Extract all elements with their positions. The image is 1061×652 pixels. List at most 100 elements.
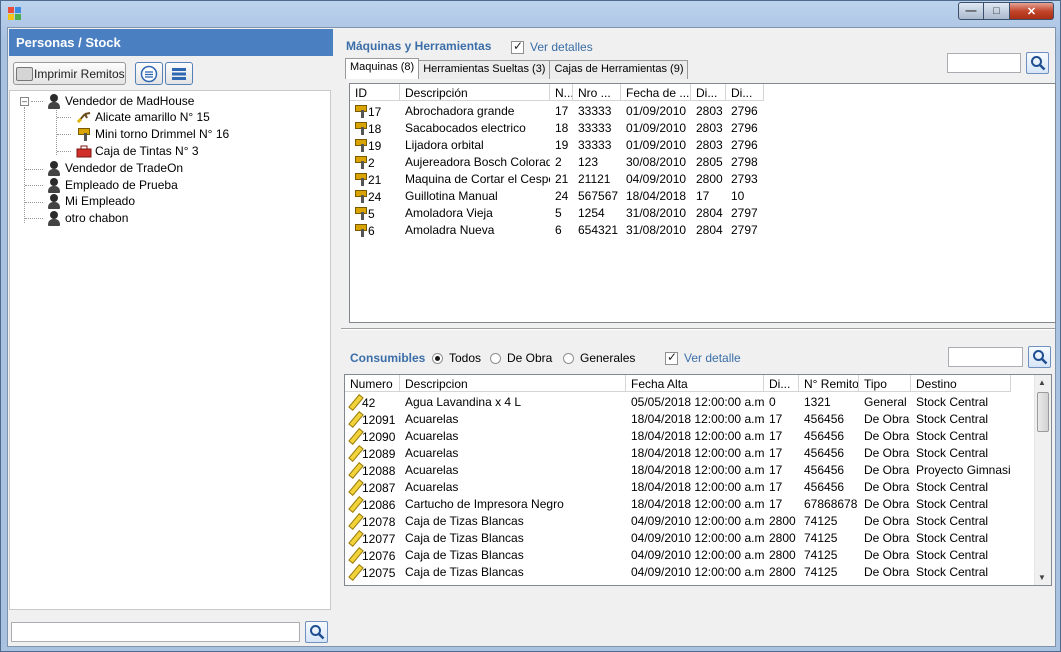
table-row[interactable]: 5 Amoladora Vieja 5 1254 31/08/2010 2804 2797: [350, 205, 764, 222]
table-row[interactable]: 12090 Acuarelas 18/04/2018 12:00:00 a.m. 17…: [345, 428, 1011, 445]
ver-detalles-checkbox[interactable]: Ver detalles: [511, 39, 593, 54]
tree-expander[interactable]: –: [20, 97, 29, 106]
table-row[interactable]: 18 Sacabocados electrico 18 33333 01/09/2010…: [350, 120, 764, 137]
cell-text: 12077: [362, 532, 396, 546]
column-header[interactable]: Numero: [345, 375, 400, 392]
ver-detalle-checkbox[interactable]: Ver detalle: [665, 350, 741, 365]
radio-circle[interactable]: [490, 352, 501, 364]
table-cell: 2: [350, 154, 400, 171]
checkbox-box[interactable]: [511, 39, 524, 54]
cell-text: 10: [731, 189, 745, 203]
consumables-search-button[interactable]: [1028, 346, 1051, 368]
cell-text: 18/04/2018 12:00:00 a.m.: [631, 463, 764, 477]
table-row[interactable]: 21 Maquina de Cortar el Cesped 21 21121 04/0…: [350, 171, 764, 188]
cell-text: 18/04/2018 12:00:00 a.m.: [631, 429, 764, 443]
column-header[interactable]: Di...: [726, 84, 764, 101]
ver-detalles-label: Ver detalles: [530, 40, 593, 54]
minimize-button[interactable]: —: [958, 2, 984, 20]
table-row[interactable]: 12088 Acuarelas 18/04/2018 12:00:00 a.m. 17…: [345, 462, 1011, 479]
filter-de-obra-radio[interactable]: De Obra: [490, 351, 552, 365]
radio-circle[interactable]: [563, 352, 574, 364]
close-button[interactable]: ✕: [1010, 2, 1054, 20]
cell-text: De Obra: [864, 565, 910, 579]
panel-splitter[interactable]: [341, 328, 1055, 330]
print-remitos-button[interactable]: Imprimir Remitos: [13, 62, 126, 85]
table-row[interactable]: 12078 Caja de Tizas Blancas 04/09/2010 12:…: [345, 513, 1011, 530]
tree-node-alicate[interactable]: Alicate amarillo N° 15: [76, 109, 210, 125]
tree-node-otro-chabon[interactable]: otro chabon: [46, 210, 128, 226]
table-row[interactable]: 42 Agua Lavandina x 4 L 05/05/2018 12:00:0…: [345, 394, 1011, 411]
pencil-icon: [348, 497, 362, 511]
column-header[interactable]: Nro ...: [573, 84, 621, 101]
table-row[interactable]: 24 Guillotina Manual 24 567567 18/04/2018 17 1…: [350, 188, 764, 205]
radio-circle[interactable]: [432, 352, 443, 364]
table-cell: De Obra: [859, 496, 911, 513]
column-header[interactable]: Tipo: [859, 375, 911, 392]
tree-node-caja-tintas[interactable]: Caja de Tintas N° 3: [76, 143, 199, 159]
column-header[interactable]: Fecha Alta: [626, 375, 764, 392]
column-header[interactable]: Descripcion: [400, 375, 626, 392]
table-row[interactable]: 12076 Caja de Tizas Blancas 04/09/2010 12:…: [345, 547, 1011, 564]
consumables-search-input[interactable]: [948, 347, 1023, 367]
persons-tree[interactable]: – Vendedor de MadHouse Alicate amarillo …: [9, 90, 331, 610]
filter-todos-radio[interactable]: Todos: [432, 351, 481, 365]
list-view-button[interactable]: [135, 62, 163, 85]
table-cell: 04/09/2010 12:00:00 a.m.: [626, 530, 764, 547]
consumables-scrollbar[interactable]: ▲ ▼: [1034, 375, 1051, 585]
cell-text: Maquina de Cortar el Cesped: [405, 172, 550, 186]
machines-search-button[interactable]: [1026, 52, 1049, 74]
pencil-icon: [348, 446, 362, 460]
tree-node-mini-torno[interactable]: Mini torno Drimmel N° 16: [76, 126, 229, 142]
table-row[interactable]: 12077 Caja de Tizas Blancas 04/09/2010 12:…: [345, 530, 1011, 547]
persons-search-button[interactable]: [305, 621, 328, 643]
machines-grid[interactable]: ID Descripción N... Nro ... Fecha de ...…: [349, 83, 1056, 323]
tab-cajas-herramientas[interactable]: Cajas de Herramientas (9): [549, 60, 689, 79]
table-row[interactable]: 12089 Acuarelas 18/04/2018 12:00:00 a.m. 17…: [345, 445, 1011, 462]
column-header[interactable]: ID: [350, 84, 400, 101]
pencil-icon: [348, 463, 362, 477]
scroll-down-arrow[interactable]: ▼: [1038, 573, 1046, 582]
column-header[interactable]: Destino: [911, 375, 1011, 392]
table-cell: 123: [573, 154, 621, 171]
table-row[interactable]: 6 Amoladra Nueva 6 654321 31/08/2010 2804 2797: [350, 222, 764, 239]
drill-icon: [354, 155, 368, 169]
table-row[interactable]: 19 Lijadora orbital 19 33333 01/09/2010 2803 2…: [350, 137, 764, 154]
details-view-button[interactable]: [165, 62, 193, 85]
table-row[interactable]: 12087 Acuarelas 18/04/2018 12:00:00 a.m. 17…: [345, 479, 1011, 496]
tab-maquinas[interactable]: Maquinas (8): [345, 58, 420, 79]
cell-text: Amoladra Nueva: [405, 223, 495, 237]
table-row[interactable]: 12075 Caja de Tizas Blancas 04/09/2010 12:…: [345, 564, 1011, 581]
tree-node-mi-empleado[interactable]: Mi Empleado: [46, 193, 135, 209]
pliers-icon: [76, 109, 92, 125]
table-cell: Caja de Tizas Blancas: [400, 564, 626, 581]
column-header[interactable]: Di...: [764, 375, 799, 392]
column-header[interactable]: Descripción: [400, 84, 550, 101]
tree-node-vendedor-tradeon[interactable]: Vendedor de TradeOn: [46, 160, 183, 176]
table-cell: 2797: [726, 205, 764, 222]
tree-node-label: Mini torno Drimmel N° 16: [95, 127, 230, 141]
filter-generales-radio[interactable]: Generales: [563, 351, 635, 365]
checkbox-box[interactable]: [665, 350, 678, 365]
maximize-button[interactable]: □: [984, 2, 1010, 20]
table-row[interactable]: 12086 Cartucho de Impresora Negro 18/04/20…: [345, 496, 1011, 513]
tree-node-vendedor-madhouse[interactable]: Vendedor de MadHouse: [46, 93, 194, 109]
column-header[interactable]: N° Remito: [799, 375, 859, 392]
tree-node-empleado-prueba[interactable]: Empleado de Prueba: [46, 177, 178, 193]
table-cell: 6: [350, 222, 400, 239]
persons-search-input[interactable]: [11, 622, 300, 642]
table-cell: 01/09/2010: [621, 120, 691, 137]
table-row[interactable]: 17 Abrochadora grande 17 33333 01/09/2010 280…: [350, 103, 764, 120]
table-row[interactable]: 2 Aujereadora Bosch Colorada 2 123 30/08/201…: [350, 154, 764, 171]
table-row[interactable]: 12091 Acuarelas 18/04/2018 12:00:00 a.m. 17…: [345, 411, 1011, 428]
column-header[interactable]: Fecha de ...: [621, 84, 691, 101]
scrollbar-thumb[interactable]: [1037, 392, 1049, 432]
column-header[interactable]: N...: [550, 84, 573, 101]
pencil-icon: [348, 531, 362, 545]
consumables-grid[interactable]: Numero Descripcion Fecha Alta Di... N° R…: [344, 374, 1052, 586]
column-header[interactable]: Di...: [691, 84, 726, 101]
scroll-up-arrow[interactable]: ▲: [1038, 378, 1046, 387]
app-window: — □ ✕ Personas / Stock Imprimir Remitos …: [0, 0, 1061, 652]
tab-herramientas-sueltas[interactable]: Herramientas Sueltas (3): [418, 60, 551, 79]
title-bar[interactable]: — □ ✕: [1, 1, 1060, 27]
machines-search-input[interactable]: [947, 53, 1021, 73]
